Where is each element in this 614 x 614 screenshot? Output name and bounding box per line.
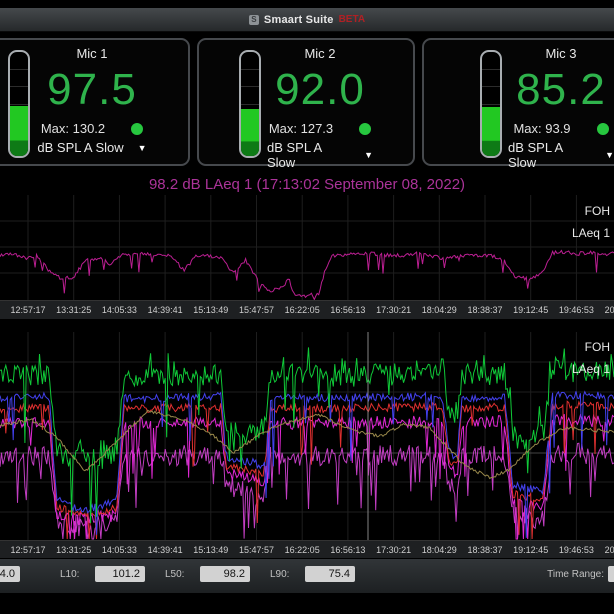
time-tick-label: 16:56:13 (330, 545, 365, 555)
time-tick-label: 15:13:49 (193, 305, 228, 315)
time-tick-label: 20:21:01 (605, 305, 614, 315)
spl-readout: 85.2 (516, 61, 606, 119)
legend-group-label: FOH (572, 336, 610, 358)
metric-selector[interactable]: dB SPL A Slow▼ (37, 140, 146, 155)
mic-name: Mic 2 (304, 46, 335, 61)
time-tick-label: 14:39:41 (148, 305, 183, 315)
status-dot (131, 123, 143, 135)
window-title: Smaart Suite (264, 14, 334, 26)
meter-panel-mic2[interactable]: Mic 2 92.0 Max: 127.3 dB SPL A Slow▼ (197, 38, 415, 166)
max-label: Max: 130.2 (41, 121, 105, 136)
time-range-select[interactable] (608, 566, 614, 582)
metric-selector[interactable]: dB SPL A Slow▼ (508, 140, 614, 170)
chevron-down-icon: ▼ (138, 143, 147, 153)
top-chart-legend: FOH LAeq 1 (572, 200, 610, 244)
time-tick-label: 16:22:05 (285, 305, 320, 315)
meter-panel-mic3[interactable]: Mic 3 85.2 Max: 93.9 dB SPL A Slow▼ (422, 38, 614, 166)
bottom-chart-legend: FOH LAeq 1 (572, 336, 610, 380)
time-tick-label: 18:04:29 (422, 305, 457, 315)
time-axis-top: 12:57:17 13:31:25 14:05:33 14:39:41 15:13:49… (0, 300, 614, 320)
max-label: Max: 127.3 (269, 121, 333, 136)
metric-selector[interactable]: dB SPL A Slow▼ (267, 140, 373, 170)
time-tick-label: 13:31:25 (56, 545, 91, 555)
l90-value-box: 75.4 (305, 566, 355, 582)
legend-group-label: FOH (572, 200, 610, 222)
app-icon: S (249, 15, 259, 25)
time-tick-label: 14:05:33 (102, 305, 137, 315)
time-tick-label: 14:05:33 (102, 545, 137, 555)
time-tick-label: 19:46:53 (559, 305, 594, 315)
time-tick-label: 15:13:49 (193, 545, 228, 555)
spl-readout: 92.0 (275, 61, 365, 119)
level-meter-mic1 (8, 50, 30, 158)
time-tick-label: 18:38:37 (467, 545, 502, 555)
level-meter-fill (482, 107, 500, 156)
mic-name: Mic 1 (76, 46, 107, 61)
time-tick-label: 19:46:53 (559, 545, 594, 555)
title-bar: S Smaart Suite BETA (0, 8, 614, 32)
level-meter-mic3 (480, 50, 502, 158)
leq-value-box: 104.0 (0, 566, 20, 582)
status-dot (597, 123, 609, 135)
status-bar: 104.0 L10: 101.2 L50: 98.2 L90: 75.4 Tim… (0, 558, 614, 593)
l90-label: L90: (270, 569, 289, 580)
max-label: Max: 93.9 (513, 121, 570, 136)
legend-series-label: LAeq 1 (572, 222, 610, 244)
time-tick-label: 16:22:05 (285, 545, 320, 555)
time-tick-label: 15:47:57 (239, 545, 274, 555)
time-tick-label: 16:56:13 (330, 305, 365, 315)
time-tick-label: 17:30:21 (376, 545, 411, 555)
time-tick-label: 17:30:21 (376, 305, 411, 315)
spl-bands-history-chart[interactable] (0, 332, 614, 540)
time-tick-label: 12:57:17 (10, 545, 45, 555)
level-meter-fill (10, 106, 28, 156)
l10-label: L10: (60, 569, 79, 580)
spl-readout: 97.5 (47, 61, 137, 119)
beta-badge: BETA (339, 14, 365, 25)
l50-value-box: 98.2 (200, 566, 250, 582)
time-tick-label: 18:04:29 (422, 545, 457, 555)
time-tick-label: 20:21:01 (605, 545, 614, 555)
time-tick-label: 14:39:41 (148, 545, 183, 555)
time-range-label: Time Range: (547, 569, 604, 580)
time-tick-label: 19:12:45 (513, 305, 548, 315)
level-meter-fill (241, 109, 259, 156)
time-tick-label: 19:12:45 (513, 545, 548, 555)
laeq-history-chart[interactable] (0, 195, 614, 300)
level-meter-mic2 (239, 50, 261, 158)
legend-series-label: LAeq 1 (572, 358, 610, 380)
chevron-down-icon: ▼ (605, 150, 614, 160)
time-tick-label: 15:47:57 (239, 305, 274, 315)
smaart-suite-window: S Smaart Suite BETA Mic 1 97.5 Max: 130.… (0, 0, 614, 614)
l50-label: L50: (165, 569, 184, 580)
chevron-down-icon: ▼ (364, 150, 373, 160)
time-tick-label: 18:38:37 (467, 305, 502, 315)
mic-name: Mic 3 (545, 46, 576, 61)
meter-panel-mic1[interactable]: Mic 1 97.5 Max: 130.2 dB SPL A Slow▼ (0, 38, 190, 166)
time-axis-bottom: 12:57:17 13:31:25 14:05:33 14:39:41 15:13:49… (0, 540, 614, 560)
status-dot (359, 123, 371, 135)
time-tick-label: 12:57:17 (10, 305, 45, 315)
cursor-readout-banner: 98.2 dB LAeq 1 (17:13:02 September 08, 2… (0, 176, 614, 193)
l10-value-box: 101.2 (95, 566, 145, 582)
time-tick-label: 13:31:25 (56, 305, 91, 315)
